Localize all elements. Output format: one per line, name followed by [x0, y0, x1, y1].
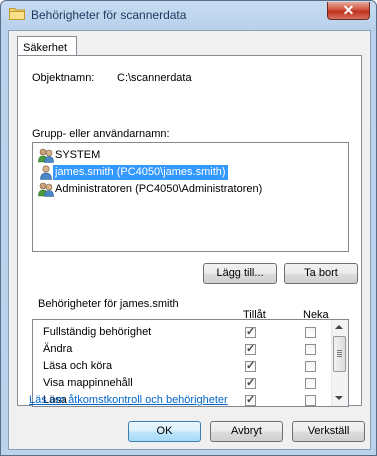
object-name-label: Objektnamn:: [32, 72, 95, 84]
scroll-up-icon[interactable]: [335, 325, 343, 329]
list-item-administratoren[interactable]: Administratoren (PC4050\Administratoren): [35, 181, 346, 198]
permission-label: Visa mappinnehåll: [43, 377, 133, 389]
permission-label: Fullständig behörighet: [43, 326, 152, 338]
deny-checkbox[interactable]: [305, 361, 316, 372]
list-item-label: SYSTEM: [55, 149, 101, 161]
list-item-system[interactable]: SYSTEM: [35, 147, 346, 164]
object-name-value: C:\scannerdata: [117, 72, 192, 84]
allow-checkbox[interactable]: [245, 393, 256, 406]
list-item-james-smith[interactable]: james.smith (PC4050\james.smith): [35, 164, 346, 181]
ok-button[interactable]: OK: [128, 421, 201, 442]
deny-checkbox[interactable]: [305, 327, 316, 338]
close-button[interactable]: ✕: [327, 2, 370, 20]
add-user-button[interactable]: Lägg till...: [203, 263, 277, 284]
permissions-label: Behörigheter för james.smith: [38, 298, 179, 310]
tab-security[interactable]: Säkerhet: [17, 36, 77, 56]
permission-row: Visa mappinnehåll: [33, 375, 333, 392]
deny-checkbox[interactable]: [305, 378, 316, 389]
users-list[interactable]: SYSTEM james.smith (PC4050\james.smith): [32, 142, 349, 252]
permission-label: Ändra: [43, 343, 73, 355]
dialog-body: Säkerhet Objektnamn: C:\scannerdata Grup…: [8, 30, 371, 450]
cancel-button[interactable]: Avbryt: [210, 421, 283, 442]
apply-button[interactable]: Verkställ: [292, 421, 365, 442]
title-bar: Behörigheter för scannerdata ✕: [1, 1, 376, 29]
users-group-icon: [38, 182, 54, 197]
users-group-icon: [38, 148, 54, 163]
allow-checkbox[interactable]: [245, 325, 256, 338]
permission-label: Läsa och köra: [43, 360, 113, 372]
allow-checkbox[interactable]: [245, 376, 256, 389]
permissions-dialog: Behörigheter för scannerdata ✕ Säkerhet …: [0, 0, 377, 456]
folder-icon: [9, 8, 25, 20]
list-item-label: Administratoren (PC4050\Administratoren): [55, 183, 263, 195]
user-icon: [40, 165, 52, 180]
permission-row: Ändra: [33, 341, 333, 358]
remove-user-button[interactable]: Ta bort: [284, 263, 358, 284]
allow-checkbox[interactable]: [245, 342, 256, 355]
list-item-label: james.smith (PC4050\james.smith): [53, 165, 228, 180]
access-control-help-link[interactable]: Läs om åtkomstkontroll och behörigheter: [29, 394, 228, 406]
users-label: Grupp- eller användarnamn:: [32, 128, 170, 140]
deny-checkbox[interactable]: [305, 344, 316, 355]
deny-checkbox[interactable]: [305, 395, 316, 406]
permission-row: Fullständig behörighet: [33, 324, 333, 341]
tab-label: Säkerhet: [23, 42, 68, 54]
permissions-scrollbar[interactable]: [331, 320, 348, 406]
close-icon: ✕: [342, 2, 355, 18]
window-title: Behörigheter för scannerdata: [31, 8, 187, 22]
scroll-thumb[interactable]: [333, 336, 346, 372]
scroll-down-icon[interactable]: [335, 396, 343, 400]
permission-row: Läsa och köra: [33, 358, 333, 375]
allow-checkbox[interactable]: [245, 359, 256, 372]
security-tab-page: Objektnamn: C:\scannerdata Grupp- eller …: [17, 55, 362, 407]
